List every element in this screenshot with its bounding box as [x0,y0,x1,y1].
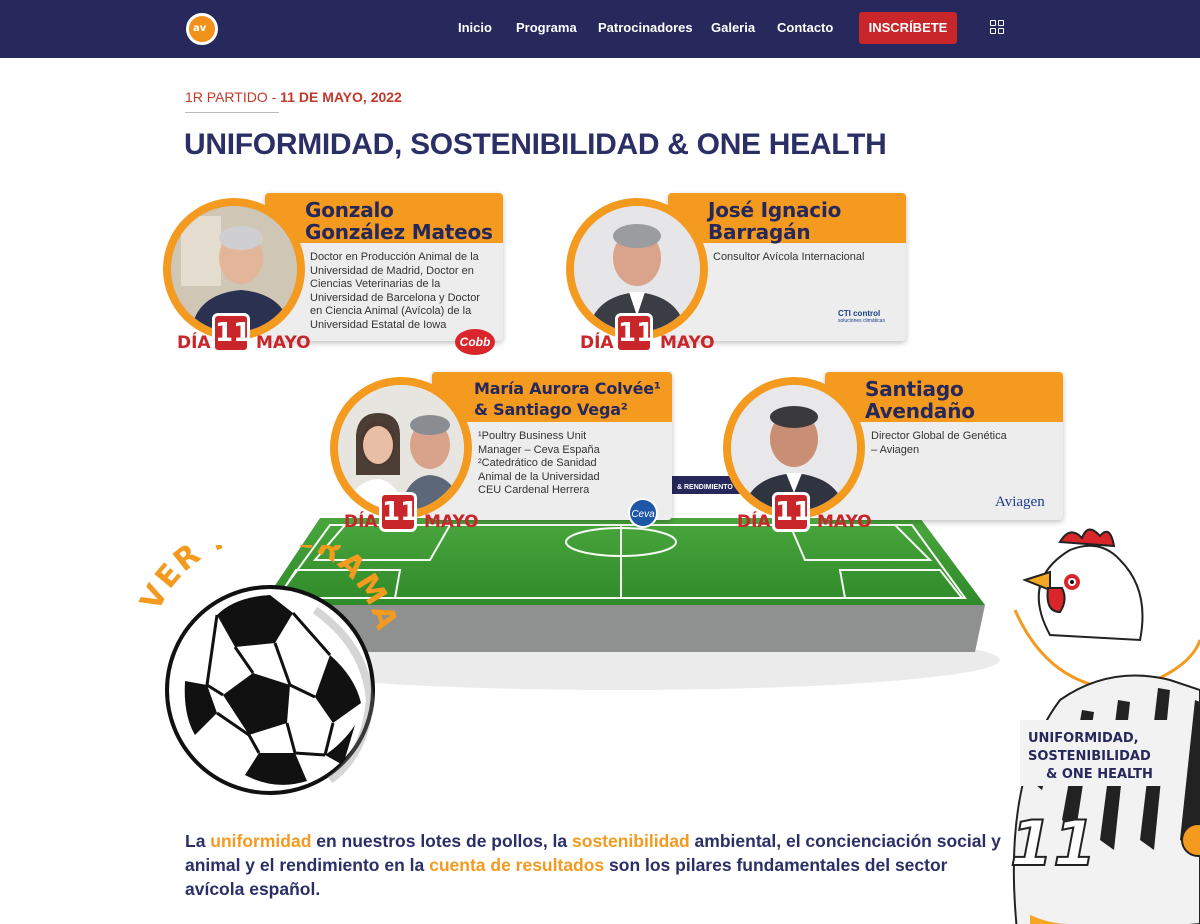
day-label: DÍA [344,512,378,532]
intro-text: La [185,831,211,851]
day-number-badge: 11 [379,492,418,532]
speaker-name-line1: Gonzalo [305,198,394,222]
sponsor-logo-ceva: Ceva [628,498,658,528]
speaker-name-line2: González Mateos [305,220,493,244]
intro-paragraph: La uniformidad en nuestros lotes de poll… [185,829,1005,901]
soccer-ball-icon [165,585,375,795]
speaker-name-line1: José Ignacio [708,198,842,222]
sponsor-logo-aviagen: Aviagen [995,494,1045,510]
speaker-desc-line: Consultor Avícola Internacional [713,251,865,263]
chicken-referee-mascot: UNIFORMIDAD, SOSTENIBILIDAD & ONE HEALTH… [990,520,1200,924]
day-label: DÍA [177,333,211,353]
sponsor-name: CTI control [838,309,881,318]
speaker-desc-line: Manager – Ceva España [478,443,600,456]
mascot-shirt-text: SOSTENIBILIDAD [1028,749,1151,764]
field-banner-text: & RENDIMIENTO [677,484,733,491]
speaker-name-line2: Barragán [708,220,811,244]
speaker-name-line1: Santiago [865,377,964,401]
day-label: DÍA [580,333,614,353]
chicken-mascot-icon: UNIFORMIDAD, SOSTENIBILIDAD & ONE HEALTH… [1009,528,1200,924]
speaker-desc-line: ²Catedrático de Sanidad [478,457,597,469]
intro-highlight: sostenibilidad [572,831,690,851]
intro-highlight: uniformidad [210,831,312,851]
speaker-desc-line: Ciencias Veterinarias de la [310,278,441,290]
speaker-desc-line: Universidad de Barcelona y Doctor [310,291,480,304]
mascot-shirt-number: 11 [1010,807,1096,880]
day-number-badge: 11 [212,313,251,353]
intro-text: en nuestros lotes de pollos, la [311,831,573,851]
day-number-badge: 11 [615,313,654,353]
intro-highlight: cuenta de resultados [429,855,605,875]
day-label: DÍA [737,512,771,532]
month-label: MAYO [256,333,311,353]
ver-programa-ball-link[interactable]: VER PROGRAMA [130,545,410,805]
month-label: MAYO [660,333,715,353]
speaker-desc-line: – Aviagen [871,443,920,456]
speaker-name-line2: Avendaño [865,399,975,423]
mascot-shirt-text: UNIFORMIDAD, [1028,731,1139,746]
mascot-shirt-text: & ONE HEALTH [1046,767,1153,782]
month-label: MAYO [424,512,479,532]
day-number-badge: 11 [772,492,811,532]
speaker-desc-line: Animal de la Universidad [478,470,600,483]
speaker-desc-line: Doctor en Producción Animal de la [310,251,479,263]
speaker-name-line2: & Santiago Vega² [474,400,628,419]
speaker-name-line1: María Aurora Colvée¹ [474,379,661,398]
speaker-desc-line: CEU Cardenal Herrera [478,484,590,496]
speaker-desc-line: Universidad de Madrid, Doctor en [310,264,474,277]
sponsor-logo-cti: CTI control soluciones climáticas [838,309,902,324]
speaker-desc-line: ¹Poultry Business Unit [478,430,587,442]
sponsor-tagline: soluciones climáticas [838,318,885,324]
month-label: MAYO [817,512,872,532]
sponsor-logo-cobb: Cobb [455,329,495,355]
speaker-desc-line: Director Global de Genética [871,430,1007,442]
speaker-desc-line: en Ciencia Animal (Avícola) de la [310,305,472,317]
